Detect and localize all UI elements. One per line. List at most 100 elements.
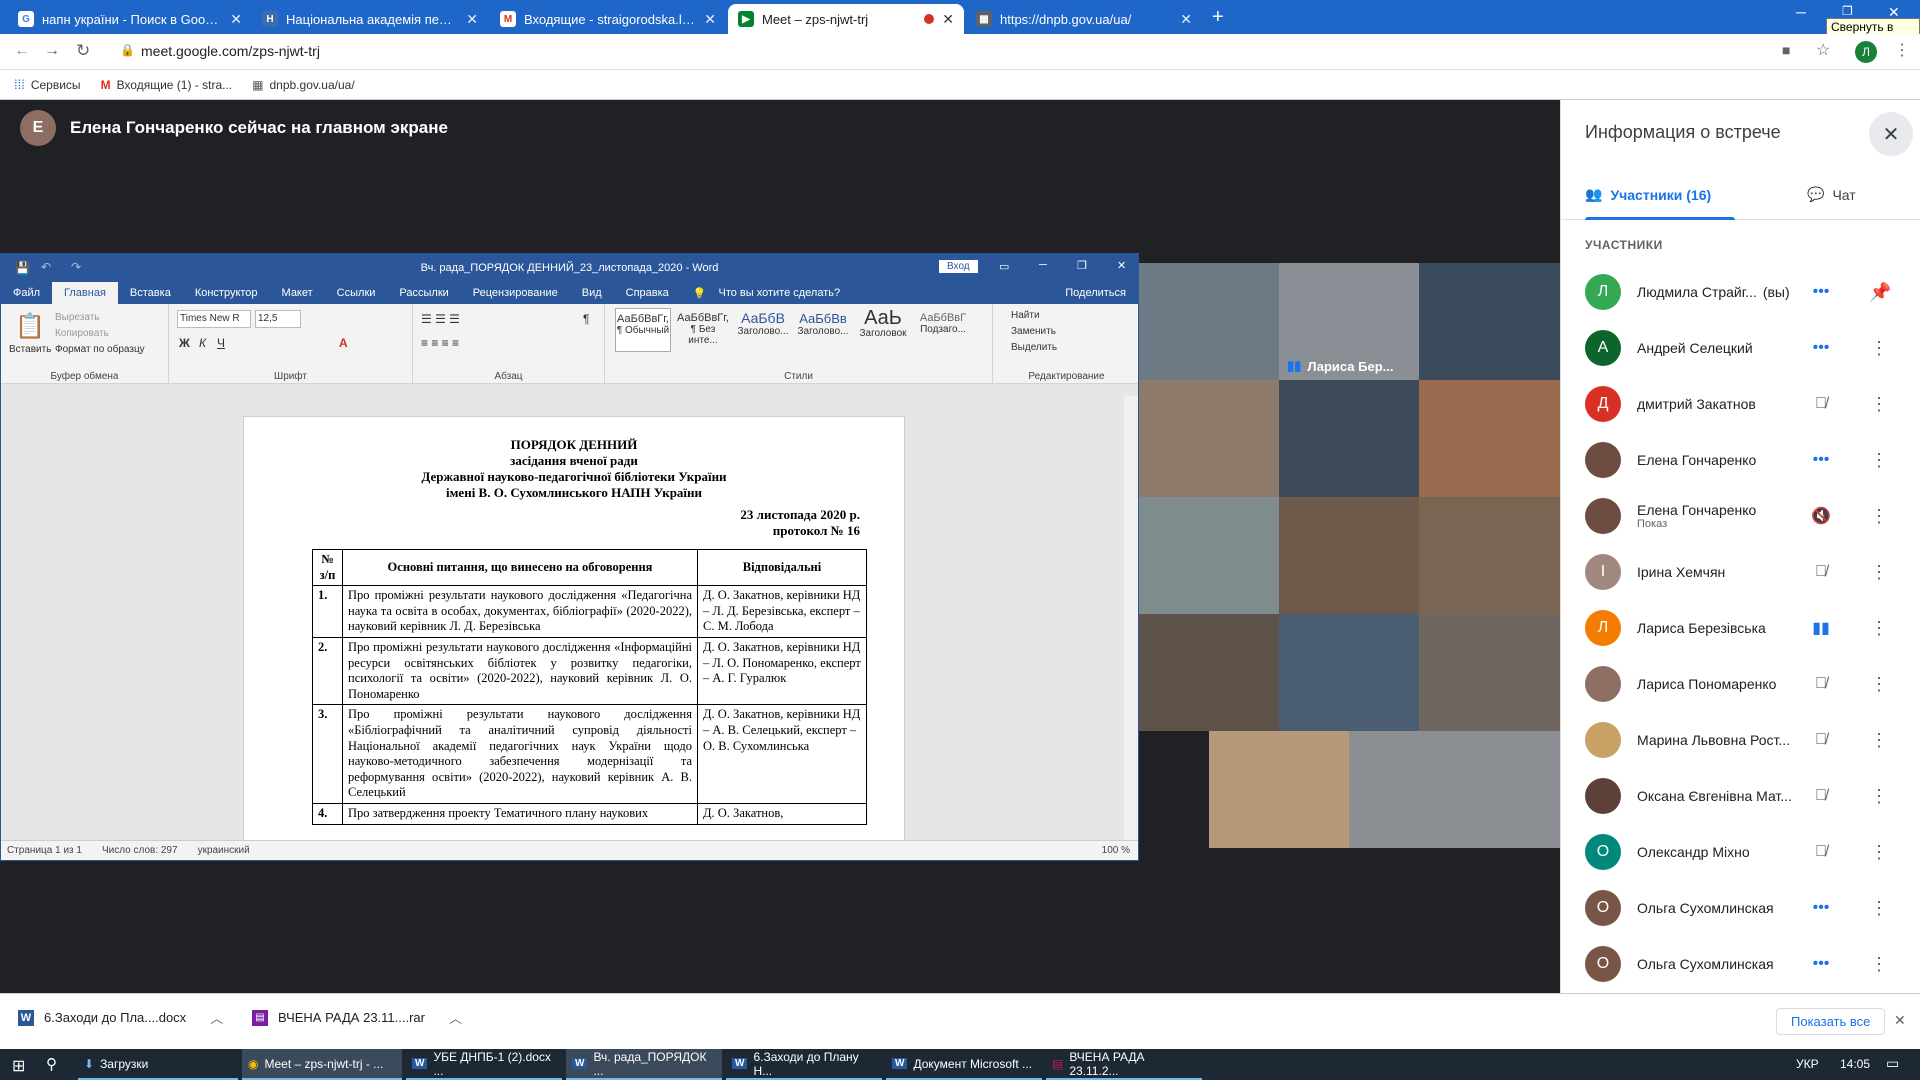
close-icon[interactable]: ✕: [1894, 1012, 1906, 1029]
profile-avatar[interactable]: Л: [1855, 41, 1877, 63]
taskbar-item[interactable]: W 6.Заходи до Плану Н...: [726, 1049, 882, 1080]
clock[interactable]: 14:05: [1840, 1057, 1870, 1071]
more-options-icon[interactable]: ⋮: [1869, 338, 1889, 359]
replace-button[interactable]: Заменить: [1011, 326, 1056, 337]
more-options-icon[interactable]: ⋮: [1869, 506, 1889, 527]
close-tab-icon[interactable]: ✕: [704, 11, 716, 28]
bookmark-dnpb[interactable]: ▦ dnpb.gov.ua/ua/: [252, 78, 355, 92]
windows-start-icon[interactable]: ⊞: [12, 1056, 25, 1076]
download-item[interactable]: ▤ ВЧЕНА РАДА 23.11....rar ︿: [252, 1008, 462, 1027]
browser-menu-icon[interactable]: ⋮: [1894, 40, 1910, 60]
menu-insert[interactable]: Вставка: [118, 282, 183, 304]
bookmark-star-icon[interactable]: ☆: [1816, 40, 1830, 60]
participant-row[interactable]: О Ольга Сухомлинская ••• ⋮: [1585, 936, 1905, 992]
participant-row[interactable]: Ддмитрий Закатнов 🎙̸ ⋮: [1585, 376, 1905, 432]
copy-button[interactable]: Копировать: [55, 328, 109, 339]
browser-tab-active[interactable]: ▶ Meet – zps-njwt-trj ✕: [728, 4, 964, 34]
menu-review[interactable]: Рецензирование: [461, 282, 570, 304]
video-tile[interactable]: [1419, 263, 1560, 380]
video-tile[interactable]: [1279, 614, 1419, 731]
italic-button[interactable]: К: [199, 336, 206, 350]
style-no-spacing[interactable]: АаБбВвГг, ¶ Без инте...: [675, 308, 731, 352]
bullets-icon[interactable]: ☰ ☰ ☰: [421, 312, 460, 326]
style-subtitle[interactable]: АаБбВвГ Подзаго...: [915, 308, 971, 352]
taskbar-item[interactable]: ◉ Meet – zps-njwt-trj - ...: [242, 1049, 402, 1080]
taskbar-item[interactable]: W УБЕ ДНПБ-1 (2).docx ...: [406, 1049, 562, 1080]
bookmark-apps[interactable]: ⁞⁞⁞ Сервисы: [14, 77, 81, 92]
chevron-up-icon[interactable]: ︿: [210, 1008, 223, 1027]
search-icon[interactable]: ⚲: [46, 1055, 57, 1073]
menu-help[interactable]: Справка: [614, 282, 681, 304]
new-tab-icon[interactable]: +: [1212, 6, 1224, 29]
video-tile[interactable]: [1419, 497, 1560, 614]
find-button[interactable]: Найти: [1011, 310, 1040, 321]
video-tile[interactable]: [1139, 614, 1279, 731]
back-icon[interactable]: ←: [14, 42, 30, 60]
browser-tab[interactable]: ▦ https://dnpb.gov.ua/ua/ ✕: [966, 4, 1202, 34]
style-heading2[interactable]: АаБбВв Заголово...: [795, 308, 851, 352]
more-options-icon[interactable]: ⋮: [1869, 786, 1889, 807]
more-options-icon[interactable]: ⋮: [1869, 898, 1889, 919]
minimize-icon[interactable]: ─: [1796, 4, 1806, 20]
pilcrow-icon[interactable]: ¶: [583, 312, 589, 326]
participant-row[interactable]: Марина Львовна Рост... 🎙̸ ⋮: [1585, 712, 1905, 768]
download-item[interactable]: W 6.Заходи до Пла....docx ︿: [18, 1008, 223, 1027]
more-options-icon[interactable]: ⋮: [1869, 450, 1889, 471]
zoom-level[interactable]: 100 %: [1102, 845, 1130, 856]
tab-chat[interactable]: 💬 Чат: [1807, 186, 1856, 203]
paste-icon[interactable]: 📋: [15, 312, 45, 341]
style-heading1[interactable]: АаБбВ Заголово...: [735, 308, 791, 352]
notifications-icon[interactable]: ▭: [1886, 1055, 1899, 1072]
video-tile[interactable]: [1209, 731, 1349, 848]
underline-button[interactable]: Ч: [217, 336, 225, 350]
restore-icon[interactable]: ❐: [1842, 4, 1853, 18]
participant-row[interactable]: Елена Гончаренко ••• ⋮: [1585, 432, 1905, 488]
select-button[interactable]: Выделить: [1011, 342, 1057, 353]
menu-home[interactable]: Главная: [52, 282, 118, 304]
more-options-icon[interactable]: ⋮: [1869, 842, 1889, 863]
signin-button[interactable]: Вход: [939, 260, 978, 273]
browser-tab[interactable]: Н Національна академія педагогі ✕: [252, 4, 488, 34]
ribbon-display-icon[interactable]: ▭: [999, 260, 1009, 273]
font-color-button[interactable]: A: [339, 336, 348, 350]
close-panel-button[interactable]: ✕: [1869, 112, 1913, 156]
close-icon[interactable]: ✕: [1117, 259, 1126, 272]
participant-row[interactable]: І Ірина Хемчян 🎙̸ ⋮: [1585, 544, 1905, 600]
close-tab-icon[interactable]: ✕: [230, 11, 242, 28]
participant-row[interactable]: О Ольга Сухомлинская ••• ⋮: [1585, 880, 1905, 936]
taskbar-item[interactable]: W Вч. рада_ПОРЯДОК ...: [566, 1049, 722, 1080]
menu-file[interactable]: Файл: [1, 282, 52, 304]
menu-mailings[interactable]: Рассылки: [387, 282, 460, 304]
taskbar-item[interactable]: ⬇ Загрузки: [78, 1049, 238, 1080]
video-tile[interactable]: [1139, 380, 1279, 497]
video-tile-speaking[interactable]: ▮▮ Лариса Бер...: [1279, 263, 1419, 380]
participant-row[interactable]: А Андрей Селецкий ••• ⋮: [1585, 320, 1905, 376]
pin-icon[interactable]: 📌: [1869, 282, 1891, 303]
bookmark-gmail[interactable]: M Входящие (1) - stra...: [101, 78, 233, 92]
cut-button[interactable]: Вырезать: [55, 312, 99, 323]
close-tab-icon[interactable]: ✕: [942, 11, 954, 28]
close-tab-icon[interactable]: ✕: [466, 11, 478, 28]
lock-icon[interactable]: 🔒: [120, 43, 135, 57]
font-size-select[interactable]: 12,5: [255, 310, 301, 328]
chevron-up-icon[interactable]: ︿: [449, 1008, 462, 1027]
video-tile[interactable]: [1279, 497, 1419, 614]
more-options-icon[interactable]: ⋮: [1869, 618, 1889, 639]
camera-icon[interactable]: ■: [1782, 42, 1790, 58]
close-tab-icon[interactable]: ✕: [1180, 11, 1192, 28]
style-normal[interactable]: АаБбВвГг, ¶ Обычный: [615, 308, 671, 352]
more-options-icon[interactable]: ⋮: [1869, 562, 1889, 583]
participant-row[interactable]: Л Людмила Страйг... (вы) ••• 📌: [1585, 264, 1905, 320]
reload-icon[interactable]: ↻: [76, 41, 90, 61]
taskbar-item[interactable]: W Документ Microsoft ...: [886, 1049, 1042, 1080]
minimize-icon[interactable]: ─: [1039, 259, 1047, 271]
video-tile[interactable]: [1279, 380, 1419, 497]
format-painter-button[interactable]: Формат по образцу: [55, 344, 145, 355]
video-tile[interactable]: [1419, 380, 1560, 497]
more-options-icon[interactable]: ⋮: [1869, 674, 1889, 695]
menu-references[interactable]: Ссылки: [325, 282, 388, 304]
menu-layout[interactable]: Макет: [270, 282, 325, 304]
video-tile[interactable]: [1419, 614, 1560, 731]
more-options-icon[interactable]: ⋮: [1869, 730, 1889, 751]
participant-row[interactable]: Лариса Пономаренко 🎙̸ ⋮: [1585, 656, 1905, 712]
